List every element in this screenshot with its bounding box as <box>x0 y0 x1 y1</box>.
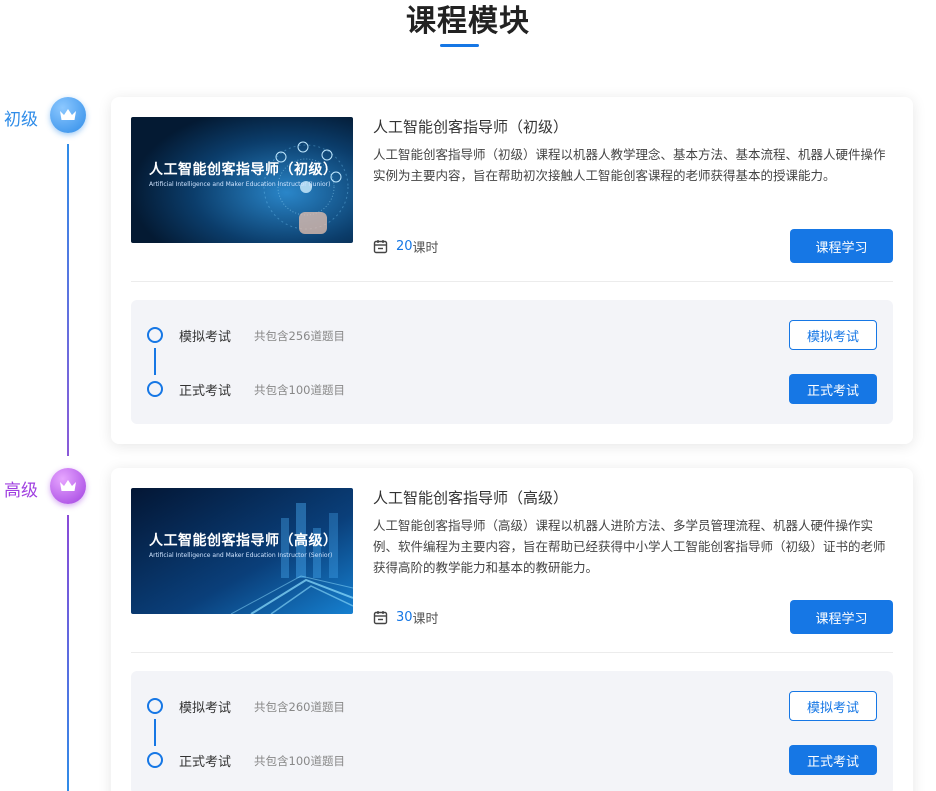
thumbnail-subtitle: Artificial Intelligence and Maker Educat… <box>149 181 331 188</box>
level-badge-junior <box>50 97 86 133</box>
exam-dot <box>147 381 163 397</box>
level-badge-senior <box>50 468 86 504</box>
exam-question-count: 共包含260道题目 <box>254 700 345 714</box>
mock-exam-button[interactable]: 模拟考试 <box>789 320 877 350</box>
mock-exam-button[interactable]: 模拟考试 <box>789 691 877 721</box>
course-description: 人工智能创客指导师（高级）课程以机器人进阶方法、多学员管理流程、机器人硬件操作实… <box>373 518 886 575</box>
exam-panel: 模拟考试 共包含260道题目 模拟考试 正式考试 共包含100道题目 正式考试 <box>131 671 893 791</box>
divider <box>131 652 893 653</box>
thumbnail-title: 人工智能创客指导师（初级） <box>149 162 338 178</box>
timeline-line <box>67 515 69 791</box>
exam-dot <box>147 327 163 343</box>
course-hours: 20 课时 <box>373 237 439 256</box>
hours-unit: 课时 <box>412 241 439 256</box>
calendar-icon <box>373 611 388 625</box>
thumbnail-subtitle: Artificial Intelligence and Maker Educat… <box>149 552 333 559</box>
exam-question-count: 共包含100道题目 <box>254 754 345 768</box>
exam-row-formal: 正式考试 共包含100道题目 正式考试 <box>131 745 893 775</box>
exam-dot <box>147 698 163 714</box>
title-underline <box>440 44 479 47</box>
page-title: 课程模块 <box>406 4 530 39</box>
exam-question-count: 共包含100道题目 <box>254 383 345 397</box>
crown-icon <box>60 109 76 120</box>
exam-connector <box>154 348 156 375</box>
course-thumbnail[interactable]: 人工智能创客指导师（高级） Artificial Intelligence an… <box>131 488 353 614</box>
calendar-icon <box>373 240 388 254</box>
course-hours: 30 课时 <box>373 608 439 627</box>
formal-exam-button[interactable]: 正式考试 <box>789 745 877 775</box>
hours-number: 20 <box>396 239 413 254</box>
exam-dot <box>147 752 163 768</box>
exam-name: 正式考试 <box>179 755 232 770</box>
exam-name: 正式考试 <box>179 384 232 399</box>
thumbnail-title: 人工智能创客指导师（高级） <box>149 533 338 549</box>
hours-unit: 课时 <box>412 612 439 627</box>
exam-row-mock: 模拟考试 共包含256道题目 模拟考试 <box>131 320 893 350</box>
course-card-junior: 人工智能创客指导师（初级） Artificial Intelligence an… <box>111 97 913 444</box>
crown-icon <box>60 480 76 491</box>
course-name[interactable]: 人工智能创客指导师（初级） <box>373 116 568 137</box>
exam-name: 模拟考试 <box>179 701 232 716</box>
exam-connector <box>154 719 156 746</box>
course-module-page: 课程模块 初级 人工智能创客指导师（初级） Artificial Intelli… <box>0 0 936 791</box>
course-study-button[interactable]: 课程学习 <box>790 600 893 634</box>
level-label-senior: 高级 <box>4 481 38 501</box>
exam-panel: 模拟考试 共包含256道题目 模拟考试 正式考试 共包含100道题目 正式考试 <box>131 300 893 424</box>
formal-exam-button[interactable]: 正式考试 <box>789 374 877 404</box>
course-name[interactable]: 人工智能创客指导师（高级） <box>373 487 568 508</box>
divider <box>131 281 893 282</box>
exam-row-formal: 正式考试 共包含100道题目 正式考试 <box>131 374 893 404</box>
exam-question-count: 共包含256道题目 <box>254 329 345 343</box>
exam-row-mock: 模拟考试 共包含260道题目 模拟考试 <box>131 691 893 721</box>
hours-number: 30 <box>396 610 413 625</box>
course-description: 人工智能创客指导师（初级）课程以机器人教学理念、基本方法、基本流程、机器人硬件操… <box>373 147 886 183</box>
course-card-senior: 人工智能创客指导师（高级） Artificial Intelligence an… <box>111 468 913 791</box>
course-thumbnail[interactable]: 人工智能创客指导师（初级） Artificial Intelligence an… <box>131 117 353 243</box>
exam-name: 模拟考试 <box>179 330 232 345</box>
timeline-line <box>67 144 69 456</box>
course-study-button[interactable]: 课程学习 <box>790 229 893 263</box>
level-label-junior: 初级 <box>4 110 38 130</box>
